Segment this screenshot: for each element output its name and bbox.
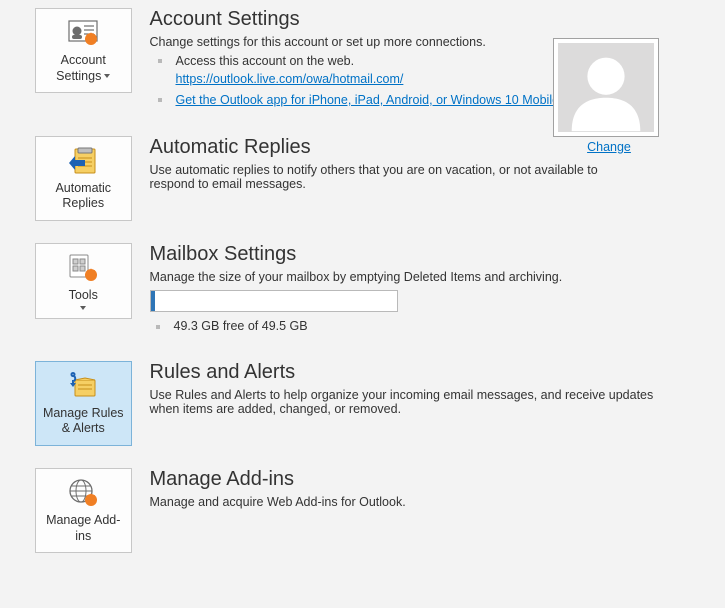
mailbox-settings-desc: Manage the size of your mailbox by empty… <box>150 270 706 284</box>
section-manage-addins: Manage Add-ins Manage Add-ins Manage and… <box>0 468 725 553</box>
rules-alerts-title: Rules and Alerts <box>150 361 666 384</box>
dropdown-caret-icon <box>80 306 86 310</box>
addins-desc: Manage and acquire Web Add-ins for Outlo… <box>150 495 706 509</box>
rules-alerts-icon <box>67 370 99 402</box>
tools-button[interactable]: Tools <box>35 243 132 320</box>
automatic-replies-icon <box>67 145 99 177</box>
account-settings-icon <box>67 17 99 49</box>
addins-title: Manage Add-ins <box>150 468 706 491</box>
dropdown-caret-icon <box>104 74 110 78</box>
rules-alerts-desc: Use Rules and Alerts to help organize yo… <box>150 388 666 416</box>
tools-icon <box>67 252 99 284</box>
avatar-placeholder-icon <box>558 43 654 132</box>
tile-label: Automatic Replies <box>40 181 127 212</box>
automatic-replies-desc: Use automatic replies to notify others t… <box>150 163 646 191</box>
avatar-change-button[interactable] <box>553 38 659 137</box>
addins-icon <box>67 477 99 509</box>
mailbox-settings-title: Mailbox Settings <box>150 243 706 266</box>
mailbox-settings-content: Mailbox Settings Manage the size of your… <box>132 243 706 339</box>
mailbox-usage-text: 49.3 GB free of 49.5 GB <box>164 319 706 333</box>
web-access-text: Access this account on the web. <box>176 54 355 68</box>
avatar-box: Change <box>553 38 665 154</box>
account-settings-title: Account Settings <box>150 8 706 31</box>
automatic-replies-button[interactable]: Automatic Replies <box>35 136 132 221</box>
addins-content: Manage Add-ins Manage and acquire Web Ad… <box>132 468 706 513</box>
mailbox-usage-bar <box>151 291 155 311</box>
section-mailbox-settings: Tools Mailbox Settings Manage the size o… <box>0 243 725 339</box>
mailbox-usage-meter <box>150 290 398 312</box>
get-outlook-app-link[interactable]: Get the Outlook app for iPhone, iPad, An… <box>176 93 563 107</box>
tile-label: Manage Rules & Alerts <box>40 406 127 437</box>
change-photo-link[interactable]: Change <box>587 140 631 154</box>
rules-alerts-content: Rules and Alerts Use Rules and Alerts to… <box>132 361 706 420</box>
owa-link[interactable]: https://outlook.live.com/owa/hotmail.com… <box>176 72 404 86</box>
manage-rules-alerts-button[interactable]: Manage Rules & Alerts <box>35 361 132 446</box>
section-rules-alerts: Manage Rules & Alerts Rules and Alerts U… <box>0 361 725 446</box>
account-settings-button[interactable]: Account Settings <box>35 8 132 93</box>
tile-label: Manage Add-ins <box>40 513 127 544</box>
manage-addins-button[interactable]: Manage Add-ins <box>35 468 132 553</box>
tile-label: Account Settings <box>40 53 127 84</box>
tile-label: Tools <box>40 288 127 304</box>
